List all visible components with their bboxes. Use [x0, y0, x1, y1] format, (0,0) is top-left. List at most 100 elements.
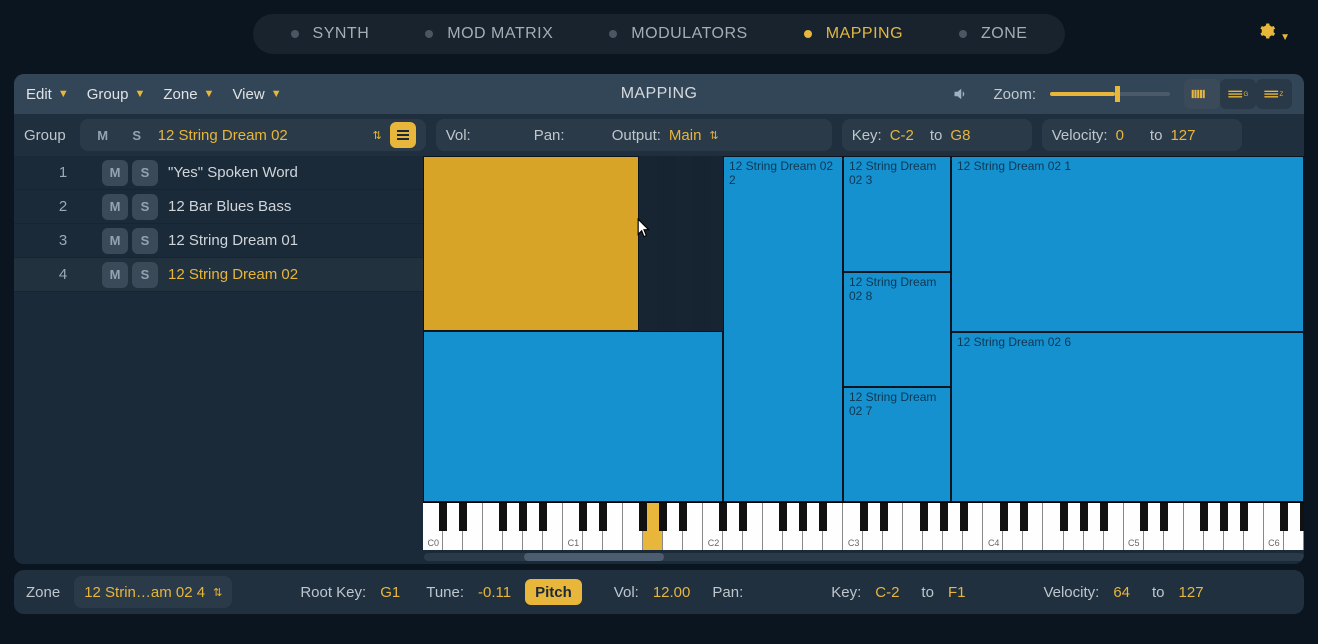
group-mute-button[interactable]: M: [90, 122, 116, 148]
white-key[interactable]: [783, 503, 803, 550]
white-key[interactable]: [903, 503, 923, 550]
row-solo-button[interactable]: S: [132, 228, 158, 254]
zone-block[interactable]: 12 String Dream 02 3: [843, 156, 951, 272]
white-key[interactable]: [1003, 503, 1023, 550]
tab-modulators[interactable]: MODULATORS: [581, 25, 775, 43]
menu-group[interactable]: Group▼: [87, 86, 146, 103]
menu-view[interactable]: View▼: [232, 86, 281, 103]
white-key[interactable]: [503, 503, 523, 550]
white-key[interactable]: C6: [1264, 503, 1284, 550]
white-key[interactable]: [803, 503, 823, 550]
key-low-value[interactable]: C-2: [890, 127, 914, 144]
zone-name-dropdown[interactable]: 12 Strin…am 02 4 ⇅: [74, 576, 232, 608]
rootkey-value[interactable]: G1: [380, 584, 400, 601]
tab-mod-matrix[interactable]: MOD MATRIX: [397, 25, 581, 43]
white-key[interactable]: [483, 503, 503, 550]
white-key[interactable]: [1043, 503, 1063, 550]
group-list-toggle-button[interactable]: [390, 122, 416, 148]
pitch-toggle-button[interactable]: Pitch: [525, 579, 582, 605]
row-mute-button[interactable]: M: [102, 228, 128, 254]
white-key[interactable]: [663, 503, 683, 550]
white-key[interactable]: [1064, 503, 1084, 550]
menu-zone[interactable]: Zone▼: [163, 86, 214, 103]
white-key[interactable]: C4: [983, 503, 1003, 550]
zone-block-selected[interactable]: [423, 156, 639, 331]
white-key[interactable]: [603, 503, 623, 550]
white-key[interactable]: C3: [843, 503, 863, 550]
white-key[interactable]: C5: [1124, 503, 1144, 550]
white-key[interactable]: [743, 503, 763, 550]
white-key[interactable]: [923, 503, 943, 550]
velocity-high-value[interactable]: 127: [1170, 127, 1195, 144]
view-group-list-button[interactable]: G: [1220, 79, 1256, 109]
group-name-dropdown[interactable]: 12 String Dream 02: [158, 127, 365, 144]
white-key[interactable]: [943, 503, 963, 550]
key-high-value[interactable]: G8: [950, 127, 970, 144]
scrollbar-thumb[interactable]: [524, 553, 664, 561]
white-key[interactable]: [1084, 503, 1104, 550]
white-key[interactable]: [1023, 503, 1043, 550]
group-solo-button[interactable]: S: [124, 122, 150, 148]
white-key[interactable]: [883, 503, 903, 550]
updown-icon[interactable]: ⇅: [372, 129, 381, 142]
zone-key-high-value[interactable]: F1: [948, 584, 966, 601]
white-key[interactable]: [823, 503, 843, 550]
zone-block[interactable]: 12 String Dream 02 2: [723, 156, 843, 502]
white-key[interactable]: [1104, 503, 1124, 550]
white-key[interactable]: [963, 503, 983, 550]
white-key[interactable]: [723, 503, 743, 550]
white-key[interactable]: [583, 503, 603, 550]
white-key[interactable]: [683, 503, 703, 550]
zone-velocity-low-value[interactable]: 64: [1113, 584, 1130, 601]
white-key[interactable]: [1164, 503, 1184, 550]
updown-icon[interactable]: ⇅: [709, 129, 718, 142]
white-key[interactable]: [643, 503, 663, 550]
preview-speaker-button[interactable]: [945, 80, 979, 108]
group-list-row[interactable]: 1 MS "Yes" Spoken Word: [14, 156, 423, 190]
output-value-dropdown[interactable]: Main: [669, 127, 702, 144]
white-key[interactable]: [1184, 503, 1204, 550]
group-list-row[interactable]: 2 MS 12 Bar Blues Bass: [14, 190, 423, 224]
row-solo-button[interactable]: S: [132, 160, 158, 186]
zone-block[interactable]: 12 String Dream 02 1: [951, 156, 1304, 332]
settings-gear-button[interactable]: ▼: [1258, 22, 1290, 45]
tab-zone[interactable]: ZONE: [931, 25, 1055, 43]
white-key[interactable]: [1244, 503, 1264, 550]
white-key[interactable]: [623, 503, 643, 550]
zone-map-area[interactable]: 12 String Dream 02 2 12 String Dream 02 …: [423, 156, 1304, 564]
zone-velocity-high-value[interactable]: 127: [1179, 584, 1204, 601]
white-key[interactable]: C2: [703, 503, 723, 550]
white-key[interactable]: [543, 503, 563, 550]
zone-block[interactable]: 12 String Dream 02 8: [843, 272, 951, 387]
view-keymap-button[interactable]: [1184, 79, 1220, 109]
row-mute-button[interactable]: M: [102, 262, 128, 288]
white-key[interactable]: [1224, 503, 1244, 550]
zone-block[interactable]: 12 String Dream 02 6: [951, 332, 1304, 502]
white-key[interactable]: [463, 503, 483, 550]
menu-edit[interactable]: Edit▼: [26, 86, 69, 103]
white-key[interactable]: C1: [563, 503, 583, 550]
group-list-row[interactable]: 4 MS 12 String Dream 02: [14, 258, 423, 292]
row-solo-button[interactable]: S: [132, 262, 158, 288]
zone-vol-value[interactable]: 12.00: [653, 584, 691, 601]
white-key[interactable]: [763, 503, 783, 550]
group-list-row[interactable]: 3 MS 12 String Dream 01: [14, 224, 423, 258]
white-key[interactable]: C0: [423, 503, 443, 550]
white-key[interactable]: [863, 503, 883, 550]
zoom-slider[interactable]: [1050, 92, 1170, 96]
zone-block[interactable]: [423, 331, 723, 502]
tune-value[interactable]: -0.11: [478, 584, 511, 601]
view-zone-list-button[interactable]: Z: [1256, 79, 1292, 109]
zone-block[interactable]: 12 String Dream 02 7: [843, 387, 951, 502]
row-mute-button[interactable]: M: [102, 194, 128, 220]
tab-mapping[interactable]: MAPPING: [776, 25, 931, 43]
white-key[interactable]: [1204, 503, 1224, 550]
zone-key-low-value[interactable]: C-2: [875, 584, 899, 601]
white-key[interactable]: [523, 503, 543, 550]
white-key[interactable]: [443, 503, 463, 550]
tab-synth[interactable]: SYNTH: [263, 25, 398, 43]
velocity-low-value[interactable]: 0: [1116, 127, 1124, 144]
white-key[interactable]: [1144, 503, 1164, 550]
row-solo-button[interactable]: S: [132, 194, 158, 220]
white-key[interactable]: [1284, 503, 1304, 550]
